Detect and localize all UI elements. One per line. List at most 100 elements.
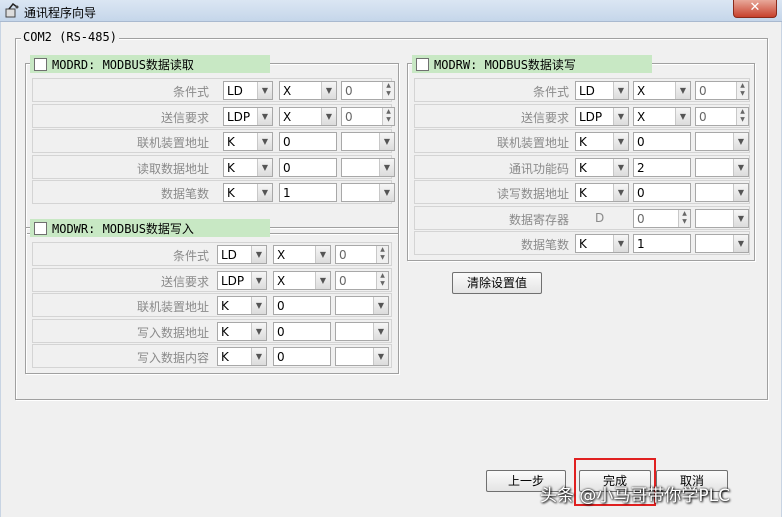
chevron-down-icon[interactable]: ▼ — [379, 184, 394, 201]
extra-combo[interactable]: ▼ — [341, 183, 395, 202]
modrd-checkbox[interactable] — [34, 57, 47, 71]
chevron-down-icon[interactable]: ▼ — [675, 82, 690, 99]
chevron-down-icon[interactable]: ▼ — [251, 297, 266, 314]
chevron-down-icon[interactable]: ▼ — [373, 322, 388, 340]
spin-arrows-icon[interactable]: ▲ ▼ — [678, 209, 690, 227]
type-combo[interactable]: K ▼ — [217, 347, 267, 366]
spin-arrows-icon[interactable]: ▲ ▼ — [736, 82, 748, 99]
value-field[interactable]: 0 — [273, 347, 331, 366]
number-spin[interactable]: 0 ▲ ▼ — [695, 81, 749, 100]
chevron-down-icon[interactable]: ▼ — [257, 133, 272, 150]
spin-arrows-icon[interactable]: ▲ ▼ — [736, 107, 748, 125]
chevron-down-icon[interactable]: ▼ — [373, 297, 388, 314]
instruction-combo[interactable]: LDP ▼ — [217, 270, 267, 290]
type-combo[interactable]: K ▼ — [575, 157, 629, 177]
chevron-down-icon[interactable]: ▼ — [733, 158, 748, 176]
chevron-down-icon[interactable]: ▼ — [251, 246, 266, 263]
type-combo[interactable]: K ▼ — [223, 157, 273, 177]
extra-combo[interactable]: ▼ — [695, 208, 749, 228]
chevron-down-icon[interactable]: ▼ — [257, 107, 272, 125]
chevron-down-icon[interactable]: ▼ — [251, 271, 266, 289]
chevron-down-icon[interactable]: ▼ — [315, 271, 330, 289]
number-spin[interactable]: 0 ▲ ▼ — [341, 106, 395, 126]
type-combo[interactable]: K ▼ — [575, 183, 629, 202]
modwr-header[interactable]: MODWR: MODBUS数据写入 — [30, 219, 270, 237]
spin-arrows-icon[interactable]: ▲ ▼ — [376, 271, 388, 289]
extra-combo[interactable]: ▼ — [695, 132, 749, 151]
instruction-combo[interactable]: LD ▼ — [217, 245, 267, 264]
clear-settings-button[interactable]: 清除设置值 — [452, 272, 542, 294]
chevron-down-icon[interactable]: ▼ — [613, 133, 628, 150]
instruction-combo[interactable]: LD ▼ — [223, 81, 273, 100]
number-spin[interactable]: 0 ▲ ▼ — [695, 106, 749, 126]
chevron-down-icon[interactable]: ▼ — [373, 348, 388, 365]
device-combo[interactable]: X ▼ — [273, 245, 331, 264]
close-button[interactable]: ✕ — [733, 0, 777, 18]
extra-combo[interactable]: ▼ — [341, 132, 395, 151]
chevron-down-icon[interactable]: ▼ — [613, 184, 628, 201]
chevron-down-icon[interactable]: ▼ — [315, 246, 330, 263]
type-combo[interactable]: K ▼ — [575, 234, 629, 253]
type-combo[interactable]: K ▼ — [217, 296, 267, 315]
number-spin[interactable]: 0 ▲ ▼ — [341, 81, 395, 100]
chevron-down-icon[interactable]: ▼ — [733, 184, 748, 201]
chevron-down-icon[interactable]: ▼ — [613, 235, 628, 252]
register-spin[interactable]: 0 ▲ ▼ — [633, 208, 691, 228]
type-combo[interactable]: K ▼ — [223, 132, 273, 151]
chevron-down-icon[interactable]: ▼ — [613, 82, 628, 99]
extra-combo[interactable]: ▼ — [341, 157, 395, 177]
value-field[interactable]: 1 — [633, 234, 691, 253]
extra-combo[interactable]: ▼ — [335, 321, 389, 341]
device-combo[interactable]: X ▼ — [633, 81, 691, 100]
device-combo[interactable]: X ▼ — [279, 106, 337, 126]
modwr-checkbox[interactable] — [34, 221, 47, 235]
spin-arrows-icon[interactable]: ▲ ▼ — [382, 107, 394, 125]
chevron-down-icon[interactable]: ▼ — [257, 158, 272, 176]
chevron-down-icon[interactable]: ▼ — [379, 158, 394, 176]
spin-arrows-icon[interactable]: ▲ ▼ — [382, 82, 394, 99]
value-field[interactable]: 1 — [279, 183, 337, 202]
field-label: 条件式 — [532, 85, 569, 99]
chevron-down-icon[interactable]: ▼ — [613, 158, 628, 176]
extra-combo[interactable]: ▼ — [335, 296, 389, 315]
chevron-down-icon[interactable]: ▼ — [257, 184, 272, 201]
chevron-down-icon[interactable]: ▼ — [257, 82, 272, 99]
number-spin[interactable]: 0 ▲ ▼ — [335, 245, 389, 264]
chevron-down-icon[interactable]: ▼ — [733, 209, 748, 227]
extra-combo[interactable]: ▼ — [335, 347, 389, 366]
value-field[interactable]: 2 — [633, 157, 691, 177]
modrw-header[interactable]: MODRW: MODBUS数据读写 — [412, 55, 652, 73]
modrd-header[interactable]: MODRD: MODBUS数据读取 — [30, 55, 270, 73]
instruction-combo[interactable]: LDP ▼ — [223, 106, 273, 126]
type-combo[interactable]: K ▼ — [217, 321, 267, 341]
modwr-title: MODWR: MODBUS数据写入 — [52, 221, 194, 236]
extra-combo[interactable]: ▼ — [695, 234, 749, 253]
value-field[interactable]: 0 — [633, 132, 691, 151]
value-field[interactable]: 0 — [273, 321, 331, 341]
device-combo[interactable]: X ▼ — [633, 106, 691, 126]
modrw-checkbox[interactable] — [416, 57, 429, 71]
device-combo[interactable]: X ▼ — [273, 270, 331, 290]
chevron-down-icon[interactable]: ▼ — [733, 235, 748, 252]
extra-combo[interactable]: ▼ — [695, 157, 749, 177]
chevron-down-icon[interactable]: ▼ — [251, 348, 266, 365]
chevron-down-icon[interactable]: ▼ — [613, 107, 628, 125]
chevron-down-icon[interactable]: ▼ — [321, 107, 336, 125]
instruction-combo[interactable]: LDP ▼ — [575, 106, 629, 126]
chevron-down-icon[interactable]: ▼ — [733, 133, 748, 150]
value-field[interactable]: 0 — [279, 157, 337, 177]
chevron-down-icon[interactable]: ▼ — [675, 107, 690, 125]
instruction-combo[interactable]: LD ▼ — [575, 81, 629, 100]
chevron-down-icon[interactable]: ▼ — [321, 82, 336, 99]
device-combo[interactable]: X ▼ — [279, 81, 337, 100]
type-combo[interactable]: K ▼ — [223, 183, 273, 202]
chevron-down-icon[interactable]: ▼ — [251, 322, 266, 340]
spin-arrows-icon[interactable]: ▲ ▼ — [376, 246, 388, 263]
value-field[interactable]: 0 — [279, 132, 337, 151]
number-spin[interactable]: 0 ▲ ▼ — [335, 270, 389, 290]
type-combo[interactable]: K ▼ — [575, 132, 629, 151]
value-field[interactable]: 0 — [633, 183, 691, 202]
value-field[interactable]: 0 — [273, 296, 331, 315]
chevron-down-icon[interactable]: ▼ — [379, 133, 394, 150]
extra-combo[interactable]: ▼ — [695, 183, 749, 202]
